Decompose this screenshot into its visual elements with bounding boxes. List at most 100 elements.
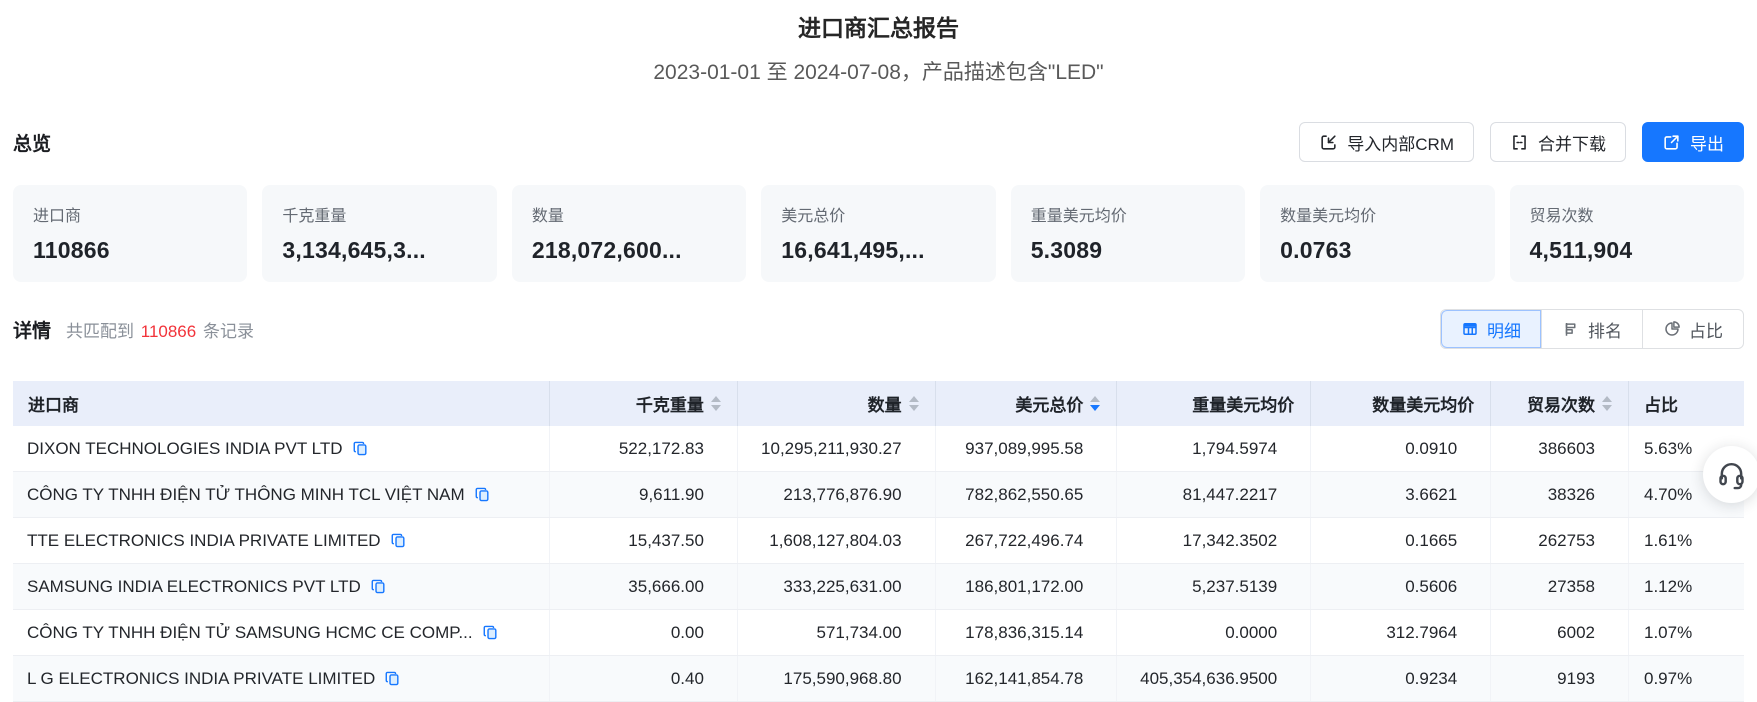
headset-icon [1716,459,1747,490]
stat-card: 数量美元均价 0.0763 [1260,185,1495,282]
sort-carets-icon[interactable] [1602,396,1612,411]
merge-icon [1510,133,1529,152]
cell-value: 0.5606 [1310,563,1492,610]
import-icon [1319,133,1338,152]
detail-heading: 详情 [13,320,52,342]
importer-name: TTE ELECTRONICS INDIA PRIVATE LIMITED [27,530,381,550]
cell-value: 35,666.00 [549,563,738,610]
cell-value: 0.40 [549,655,738,702]
column-header-7: 占比 [1628,381,1744,426]
sort-carets-icon[interactable] [710,396,721,411]
column-header-3[interactable]: 美元总价 [935,381,1118,426]
sort-caret-up-icon [1602,396,1612,402]
importer-table: 进口商 千克重量 数量 美元总价 重量美元均价 数量美元均价 贸易次数 占比 DIXON TE… [13,381,1744,702]
cell-value: 1,794.5974 [1116,426,1312,472]
copy-icon[interactable] [474,486,491,503]
stat-card-value: 110866 [33,237,110,263]
sort-caret-up-icon [710,396,721,402]
cell-value: 3.6621 [1310,471,1492,518]
table-header: 进口商 千克重量 数量 美元总价 重量美元均价 数量美元均价 贸易次数 占比 [13,381,1744,426]
stat-card-value: 4,511,904 [1529,237,1633,263]
stat-card: 重量美元均价 5.3089 [1010,185,1246,282]
stat-card-value: 16,641,495,... [781,237,925,263]
cell-value: 186,801,172.00 [935,563,1118,610]
column-header-1[interactable]: 千克重量 [549,381,738,426]
sort-caret-down-icon [1602,405,1612,411]
cell-value: 175,590,968.80 [737,655,936,702]
cell-value: 1.61% [1628,517,1744,564]
sort-carets-icon[interactable] [1090,396,1101,411]
column-header-label: 美元总价 [1015,396,1084,415]
stat-card-label: 数量美元均价 [1280,208,1377,225]
column-header-6[interactable]: 贸易次数 [1490,381,1629,426]
importer-name: L G ELECTRONICS INDIA PRIVATE LIMITED [27,668,376,688]
cell-value: 571,734.00 [737,609,936,656]
merge-download-button[interactable]: 合并下载 [1490,122,1626,162]
sort-caret-down-icon [1090,405,1101,411]
importer-name: SAMSUNG INDIA ELECTRONICS PVT LTD [27,576,361,596]
copy-icon[interactable] [352,440,369,457]
merge-download-label: 合并下载 [1538,134,1606,154]
table-row: CÔNG TY TNHH ĐIỆN TỬ THÔNG MINH TCL VIỆT… [13,471,1744,518]
cell-value: 937,089,995.58 [935,426,1118,472]
stat-card-value: 3,134,645,3... [282,237,426,263]
cell-value: 213,776,876.90 [737,471,936,518]
cell-value: 1,608,127,804.03 [737,517,936,564]
view-switcher: 明细 排名 占比 [1440,309,1744,349]
cell-value: 162,141,854.78 [935,655,1118,702]
import-crm-button[interactable]: 导入内部CRM [1299,122,1474,162]
toolbar: 导入内部CRM 合并下载 导出 [1299,122,1744,162]
column-header-5: 数量美元均价 [1310,381,1492,426]
column-header-importer: 进口商 [13,381,551,426]
cell-value: 15,437.50 [549,517,738,564]
tab-proportion[interactable]: 占比 [1643,310,1743,348]
sort-carets-icon[interactable] [908,396,919,411]
cell-value: 267,722,496.74 [935,517,1118,564]
cell-value: 312.7964 [1310,609,1492,656]
tab-ranking[interactable]: 排名 [1542,310,1643,348]
sort-caret-down-icon [710,405,721,411]
copy-icon[interactable] [384,670,401,687]
match-record-text: 共匹配到 110866 条记录 [66,321,254,341]
cell-value: 0.0910 [1310,426,1492,472]
cell-value: 262753 [1490,517,1629,564]
match-count: 110866 [140,321,197,341]
column-header-2[interactable]: 数量 [737,381,936,426]
cell-value: 1.12% [1628,563,1744,610]
importer-name: CÔNG TY TNHH ĐIỆN TỬ THÔNG MINH TCL VIỆT… [27,484,465,504]
stat-card: 千克重量 3,134,645,3... [262,185,497,282]
column-header-label: 数量 [867,396,902,415]
stat-card-value: 5.3089 [1030,237,1103,263]
cell-value: 9193 [1490,655,1629,702]
cell-value: 1.07% [1628,609,1744,656]
stat-card: 进口商 110866 [13,185,248,282]
report-date-filter-subtitle: 2023-01-01 至 2024-07-08，产品描述包含"LED" [653,61,1104,84]
tab-proportion-label: 占比 [1689,321,1723,341]
copy-icon[interactable] [370,578,387,595]
stat-card-label: 重量美元均价 [1030,208,1127,225]
column-header-label: 数量美元均价 [1372,396,1475,415]
stat-card-label: 贸易次数 [1529,208,1594,225]
cell-value: 386603 [1490,426,1629,472]
tab-detail[interactable]: 明细 [1441,310,1542,348]
column-header-label: 重量美元均价 [1192,396,1295,415]
stat-card-label: 千克重量 [282,208,347,225]
copy-icon[interactable] [390,532,407,549]
page-title: 进口商汇总报告 [798,15,959,41]
export-label: 导出 [1690,134,1724,154]
cell-value: 782,862,550.65 [935,471,1118,518]
stat-card-value: 0.0763 [1280,237,1352,263]
export-button[interactable]: 导出 [1642,122,1744,162]
stat-card: 贸易次数 4,511,904 [1509,185,1744,282]
customer-service-floating-button[interactable] [1703,446,1757,503]
cell-value: 0.00 [549,609,738,656]
cell-value: 522,172.83 [549,426,738,472]
import-crm-label: 导入内部CRM [1347,134,1454,154]
copy-icon[interactable] [482,624,499,641]
sort-caret-up-icon [1090,396,1101,402]
cell-value: 38326 [1490,471,1629,518]
importer-table-wrap: 进口商 千克重量 数量 美元总价 重量美元均价 数量美元均价 贸易次数 占比 DIXON TE… [13,381,1744,702]
stat-card-value: 218,072,600... [531,237,682,263]
table-row: SAMSUNG INDIA ELECTRONICS PVT LTD 35,666.… [13,563,1744,610]
cell-value: 5,237.5139 [1116,563,1312,610]
